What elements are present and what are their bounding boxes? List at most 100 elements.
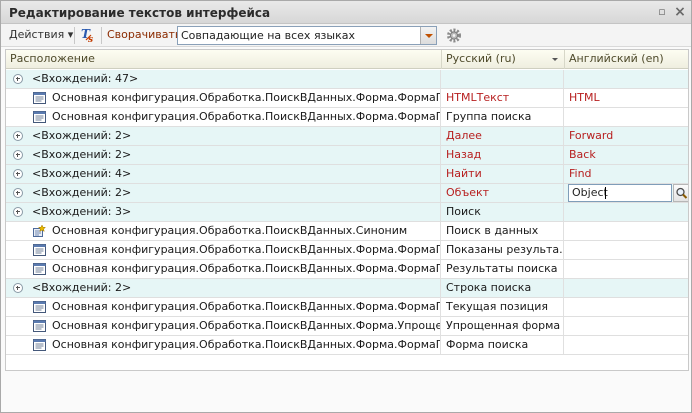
collapse-select[interactable]: Совпадающие на всех языках — [177, 26, 437, 45]
table-row[interactable]: Основная конфигурация.Обработка.ПоискВДа… — [6, 241, 688, 260]
expand-plus-icon[interactable] — [13, 169, 23, 179]
location-cell: <Вхождений: 3> — [6, 203, 441, 221]
ru-text-cell[interactable]: Результаты поиска — [442, 260, 564, 278]
column-header-en[interactable]: Английский (en) — [565, 50, 688, 69]
location-cell: <Вхождений: 2> — [6, 184, 441, 202]
location-cell: Основная конфигурация.Обработка.ПоискВДа… — [6, 260, 441, 278]
ru-text-cell[interactable]: HTMLТекст — [442, 89, 564, 107]
ru-text-cell[interactable]: Группа поиска — [442, 108, 564, 126]
location-cell: Основная конфигурация.Обработка.ПоискВДа… — [6, 222, 441, 240]
en-text-cell[interactable]: Find — [565, 165, 688, 183]
location-text: Основная конфигурация.Обработка.ПоискВДа… — [52, 262, 441, 275]
location-cell: Основная конфигурация.Обработка.ПоискВДа… — [6, 317, 441, 335]
table-row[interactable]: Основная конфигурация.Обработка.ПоискВДа… — [6, 336, 688, 355]
ru-text-cell[interactable]: Форма поиска — [442, 336, 564, 354]
location-cell: <Вхождений: 2> — [6, 127, 441, 145]
en-text-input[interactable]: Object — [568, 184, 672, 202]
ru-text-cell[interactable]: Строка поиска — [442, 279, 564, 297]
window-title: Редактирование текстов интерфейса — [9, 6, 271, 20]
ru-text-cell[interactable]: Текущая позиция — [442, 298, 564, 316]
en-text-cell[interactable] — [565, 336, 688, 354]
location-cell: <Вхождений: 4> — [6, 165, 441, 183]
location-cell: Основная конфигурация.Обработка.ПоискВДа… — [6, 298, 441, 316]
expand-plus-icon[interactable] — [13, 74, 23, 84]
group-row[interactable]: <Вхождений: 2> Назад Back — [6, 146, 688, 165]
svg-text:s: s — [88, 35, 93, 44]
actions-menu-button[interactable]: Действия ▾ — [9, 28, 73, 41]
search-icon[interactable] — [673, 184, 688, 202]
group-row[interactable]: <Вхождений: 3> Поиск — [6, 203, 688, 222]
form-icon — [33, 111, 46, 123]
form-icon — [33, 92, 46, 104]
ru-text-cell[interactable]: Объект — [442, 184, 564, 202]
en-text-cell[interactable] — [565, 317, 688, 335]
en-text-cell[interactable] — [565, 70, 688, 88]
table-row[interactable]: Основная конфигурация.Обработка.ПоискВДа… — [6, 298, 688, 317]
location-text: <Вхождений: 2> — [32, 148, 132, 161]
location-cell: <Вхождений: 2> — [6, 279, 441, 297]
en-text-cell[interactable] — [565, 279, 688, 297]
toolbar-divider — [101, 27, 102, 44]
ru-text-cell[interactable]: Найти — [442, 165, 564, 183]
gear-icon[interactable] — [445, 27, 463, 44]
location-text: Основная конфигурация.Обработка.ПоискВДа… — [52, 338, 441, 351]
pin-icon[interactable]: ▫ — [655, 5, 669, 19]
en-text-cell[interactable] — [565, 108, 688, 126]
location-cell: <Вхождений: 47> — [6, 70, 441, 88]
en-text-cell[interactable] — [565, 203, 688, 221]
translate-icon[interactable]: T s — [80, 27, 98, 45]
group-row[interactable]: <Вхождений: 2> Далее Forward — [6, 127, 688, 146]
editor-window: Редактирование текстов интерфейса ▫ × Де… — [0, 0, 692, 413]
form-icon — [33, 244, 46, 256]
ru-text-cell[interactable]: Назад — [442, 146, 564, 164]
group-row[interactable]: <Вхождений: 47> — [6, 70, 688, 89]
en-text-cell[interactable]: HTML — [565, 89, 688, 107]
en-text-cell[interactable]: Forward — [565, 127, 688, 145]
table-row[interactable]: Основная конфигурация.Обработка.ПоискВДа… — [6, 222, 688, 241]
table-body: <Вхождений: 47> Основная конфигурация.Обр… — [6, 70, 688, 355]
close-icon[interactable]: × — [673, 5, 687, 19]
location-cell: Основная конфигурация.Обработка.ПоискВДа… — [6, 89, 441, 107]
location-text: Основная конфигурация.Обработка.ПоискВДа… — [52, 300, 441, 313]
location-cell: Основная конфигурация.Обработка.ПоискВДа… — [6, 241, 441, 259]
en-text-cell[interactable] — [565, 298, 688, 316]
expand-plus-icon[interactable] — [13, 188, 23, 198]
toolbar: Действия ▾ T s Сворачивать: Совпадающие … — [1, 24, 691, 47]
ru-text-cell[interactable]: Поиск — [442, 203, 564, 221]
ru-text-cell[interactable]: Показаны результа... — [442, 241, 564, 259]
column-header-ru[interactable]: Русский (ru) — [442, 50, 565, 69]
table-row[interactable]: Основная конфигурация.Обработка.ПоискВДа… — [6, 260, 688, 279]
form-icon — [33, 263, 46, 275]
location-cell: Основная конфигурация.Обработка.ПоискВДа… — [6, 108, 441, 126]
expand-plus-icon[interactable] — [13, 207, 23, 217]
attribute-icon — [33, 224, 47, 237]
location-text: Основная конфигурация.Обработка.ПоискВДа… — [52, 91, 441, 104]
toolbar-divider — [74, 27, 75, 44]
table-row[interactable]: Основная конфигурация.Обработка.ПоискВДа… — [6, 108, 688, 127]
expand-plus-icon[interactable] — [13, 131, 23, 141]
en-text-cell[interactable] — [565, 241, 688, 259]
ru-text-cell[interactable]: Далее — [442, 127, 564, 145]
table-row[interactable]: Основная конфигурация.Обработка.ПоискВДа… — [6, 317, 688, 336]
location-text: Основная конфигурация.Обработка.ПоискВДа… — [52, 110, 441, 123]
group-row[interactable]: <Вхождений: 2> Объект Object — [6, 184, 688, 203]
table-header: Расположение Русский (ru) Английский (en… — [6, 50, 688, 69]
collapse-label: Сворачивать: — [107, 28, 186, 41]
column-header-location[interactable]: Расположение — [6, 50, 442, 69]
en-text-cell[interactable] — [565, 222, 688, 240]
form-icon — [33, 320, 46, 332]
group-row[interactable]: <Вхождений: 2> Строка поиска — [6, 279, 688, 298]
chevron-down-icon[interactable] — [420, 27, 436, 44]
expand-plus-icon[interactable] — [13, 150, 23, 160]
group-row[interactable]: <Вхождений: 4> Найти Find — [6, 165, 688, 184]
ru-text-cell[interactable]: Поиск в данных — [442, 222, 564, 240]
ru-text-cell[interactable] — [442, 70, 564, 88]
ru-text-cell[interactable]: Упрощенная форма — [442, 317, 564, 335]
location-text: <Вхождений: 2> — [32, 281, 132, 294]
en-text-cell[interactable]: Back — [565, 146, 688, 164]
location-text: <Вхождений: 3> — [32, 205, 132, 218]
texts-table: Расположение Русский (ru) Английский (en… — [5, 49, 689, 371]
expand-plus-icon[interactable] — [13, 283, 23, 293]
en-text-cell[interactable] — [565, 260, 688, 278]
table-row[interactable]: Основная конфигурация.Обработка.ПоискВДа… — [6, 89, 688, 108]
